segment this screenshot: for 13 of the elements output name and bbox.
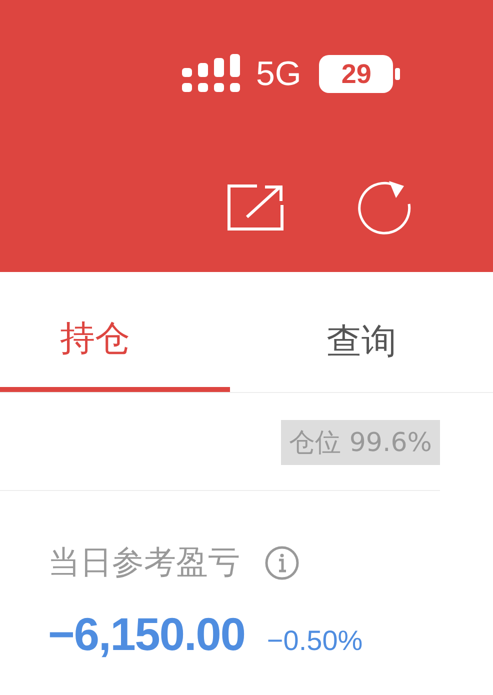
share-icon[interactable] <box>227 183 285 231</box>
position-ratio: 仓位 99.6% <box>281 420 440 465</box>
tab[interactable]: 持仓 <box>0 272 230 392</box>
signal-icon <box>182 54 240 94</box>
battery-tip-icon <box>395 68 400 80</box>
refresh-icon[interactable] <box>355 178 413 236</box>
battery-level: 29 <box>319 55 394 93</box>
daily-pnl-value: −6,150.00 <box>48 607 245 661</box>
info-icon[interactable] <box>264 545 300 581</box>
tab[interactable]: 查询 <box>230 272 493 392</box>
daily-pnl-percent: −0.50% <box>266 625 363 657</box>
network-type: 5G <box>256 54 302 94</box>
daily-pnl-label: 当日参考盈亏 <box>48 542 240 583</box>
